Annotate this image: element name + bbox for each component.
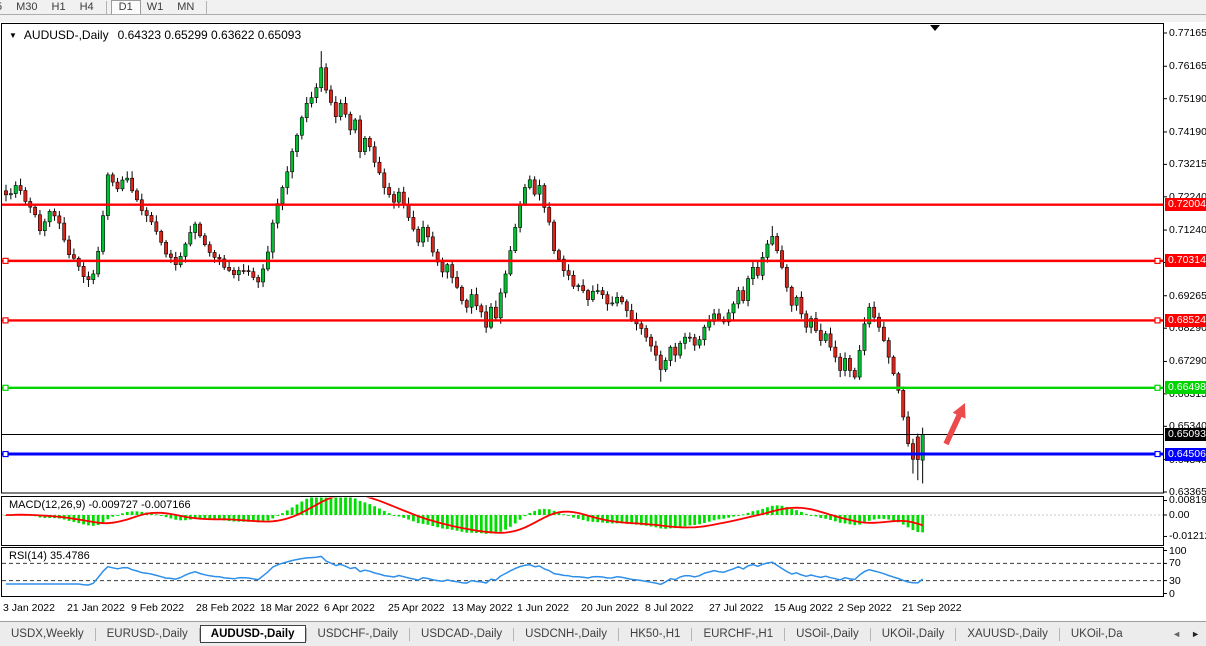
price-line-label: 0.72004 <box>1165 198 1206 211</box>
date-axis[interactable]: 3 Jan 2022 21 Jan 2022 9 Feb 2022 28 Feb 20… <box>0 600 1163 617</box>
price-tick-label: 0.75190 <box>1169 93 1206 105</box>
price-tick-label: 0.67290 <box>1169 355 1206 367</box>
date-label: 28 Feb 2022 <box>196 602 255 614</box>
price-tick-label: 0.74190 <box>1169 126 1206 138</box>
price-tick-label: 0.76165 <box>1169 60 1206 72</box>
timeframe-toolbar: 5M30H1H4 D1W1MN <box>0 0 1206 22</box>
date-label: 21 Sep 2022 <box>902 602 962 614</box>
date-label: 1 Jun 2022 <box>517 602 569 614</box>
timeframe-button-5[interactable]: 5 <box>0 1 9 14</box>
symbol-tabs: USDX,WeeklyEURUSD-,DailyAUDUSD-,DailyUSD… <box>0 625 1134 643</box>
rsi-axis-label: 70 <box>1169 557 1181 569</box>
symbol-tab-usoil-daily[interactable]: USOil-,Daily <box>785 625 870 643</box>
rsi-name: RSI(14) <box>9 550 47 562</box>
date-label: 20 Jun 2022 <box>581 602 639 614</box>
symbol-tab-ukoil-da[interactable]: UKOil-,Da <box>1060 625 1134 643</box>
symbol-dropdown-icon[interactable]: ▼ <box>9 31 17 40</box>
timeframe-button-mn[interactable]: MN <box>170 1 201 14</box>
symbol-tab-ukoil-daily[interactable]: UKOil-,Daily <box>871 625 956 643</box>
timeframe-button-d1[interactable]: D1 <box>112 1 140 14</box>
symbol-tab-eurchf-h1[interactable]: EURCHF-,H1 <box>692 625 784 643</box>
up-arrow-annotation[interactable] <box>944 403 966 445</box>
tab-scroll-right-button[interactable]: ► <box>1186 629 1205 639</box>
price-tick-label: 0.71240 <box>1169 224 1206 236</box>
chart-title: ▼ AUDUSD-,Daily 0.64323 0.65299 0.63622 0.… <box>9 28 301 42</box>
metatrader-window: 5M30H1H4 D1W1MN ▼ AUDUSD-,Daily 0.64323 0.6… <box>0 0 1206 646</box>
price-line-label: 0.70314 <box>1165 254 1206 267</box>
date-label: 9 Feb 2022 <box>131 602 184 614</box>
date-label: 15 Aug 2022 <box>774 602 833 614</box>
symbol-tab-usdcnh-daily[interactable]: USDCNH-,Daily <box>514 625 618 643</box>
rsi-axis-label: 100 <box>1169 545 1187 557</box>
candlestick-series[interactable] <box>4 51 924 483</box>
macd-axis-label: 0.008197 <box>1169 494 1206 506</box>
price-line-label: 0.68524 <box>1165 314 1206 327</box>
rsi-indicator <box>2 556 1163 585</box>
toolbar-separator <box>106 1 107 14</box>
rsi-current-value: 35.4786 <box>50 550 90 562</box>
symbol-tab-xauusd-daily[interactable]: XAUUSD-,Daily <box>956 625 1059 643</box>
symbol-tab-usdchf-daily[interactable]: USDCHF-,Daily <box>307 625 410 643</box>
date-label: 3 Jan 2022 <box>3 602 55 614</box>
macd-label: MACD(12,26,9) -0.009727 -0.007166 <box>9 499 191 511</box>
tab-scroll-left-button[interactable]: ◄ <box>1167 629 1186 639</box>
symbol-tab-hk50-h1[interactable]: HK50-,H1 <box>619 625 692 643</box>
symbol-tab-audusd-daily[interactable]: AUDUSD-,Daily <box>200 625 306 643</box>
tab-scroll-arrows: ◄ ► <box>1163 622 1205 646</box>
symbol-tab-usdx-weekly[interactable]: USDX,Weekly <box>0 625 95 643</box>
toolbar-separator <box>206 1 207 14</box>
horizontal-lines[interactable] <box>2 205 1163 454</box>
symbol-tab-eurusd-daily[interactable]: EURUSD-,Daily <box>96 625 199 643</box>
date-label: 18 Mar 2022 <box>260 602 319 614</box>
price-axis[interactable]: 0.771650.761650.751900.741900.732150.722… <box>1163 22 1206 602</box>
date-label: 8 Jul 2022 <box>645 602 693 614</box>
date-label: 6 Apr 2022 <box>324 602 375 614</box>
symbol-tab-bar: USDX,WeeklyEURUSD-,DailyAUDUSD-,DailyUSD… <box>0 621 1206 646</box>
timeframe-button-h4[interactable]: H4 <box>73 1 101 14</box>
current-bar-marker-icon <box>930 25 940 31</box>
chart-ohlc-values: 0.64323 0.65299 0.63622 0.65093 <box>118 28 302 42</box>
macd-axis-label: 0.00 <box>1169 509 1189 521</box>
macd-current-values: -0.009727 -0.007166 <box>88 499 190 511</box>
price-tick-label: 0.69265 <box>1169 290 1206 302</box>
timeframe-button-w1[interactable]: W1 <box>140 1 171 14</box>
line-selection-handles[interactable] <box>3 258 1160 456</box>
price-line-label: 0.66498 <box>1165 381 1206 394</box>
chart-symbol-period: AUDUSD-,Daily <box>24 28 109 42</box>
date-label: 25 Apr 2022 <box>388 602 445 614</box>
timeframe-buttons: 5M30H1H4 D1W1MN <box>0 0 1206 14</box>
symbol-tab-usdcad-daily[interactable]: USDCAD-,Daily <box>410 625 513 643</box>
macd-axis-label: -0.01212 <box>1169 530 1206 542</box>
rsi-label: RSI(14) 35.4786 <box>9 550 90 562</box>
date-label: 27 Jul 2022 <box>709 602 763 614</box>
rsi-axis-label: 0 <box>1169 588 1175 600</box>
timeframe-button-m30[interactable]: M30 <box>9 1 44 14</box>
date-label: 13 May 2022 <box>452 602 513 614</box>
chart-canvas[interactable] <box>0 0 1206 646</box>
price-tick-label: 0.73215 <box>1169 158 1206 170</box>
macd-name: MACD(12,26,9) <box>9 499 85 511</box>
price-line-label: 0.64506 <box>1165 448 1206 461</box>
price-tick-label: 0.77165 <box>1169 27 1206 39</box>
timeframe-button-h1[interactable]: H1 <box>45 1 73 14</box>
rsi-axis-label: 30 <box>1169 575 1181 587</box>
date-label: 21 Jan 2022 <box>67 602 125 614</box>
price-line-label: 0.65093 <box>1165 428 1206 441</box>
date-label: 2 Sep 2022 <box>838 602 892 614</box>
